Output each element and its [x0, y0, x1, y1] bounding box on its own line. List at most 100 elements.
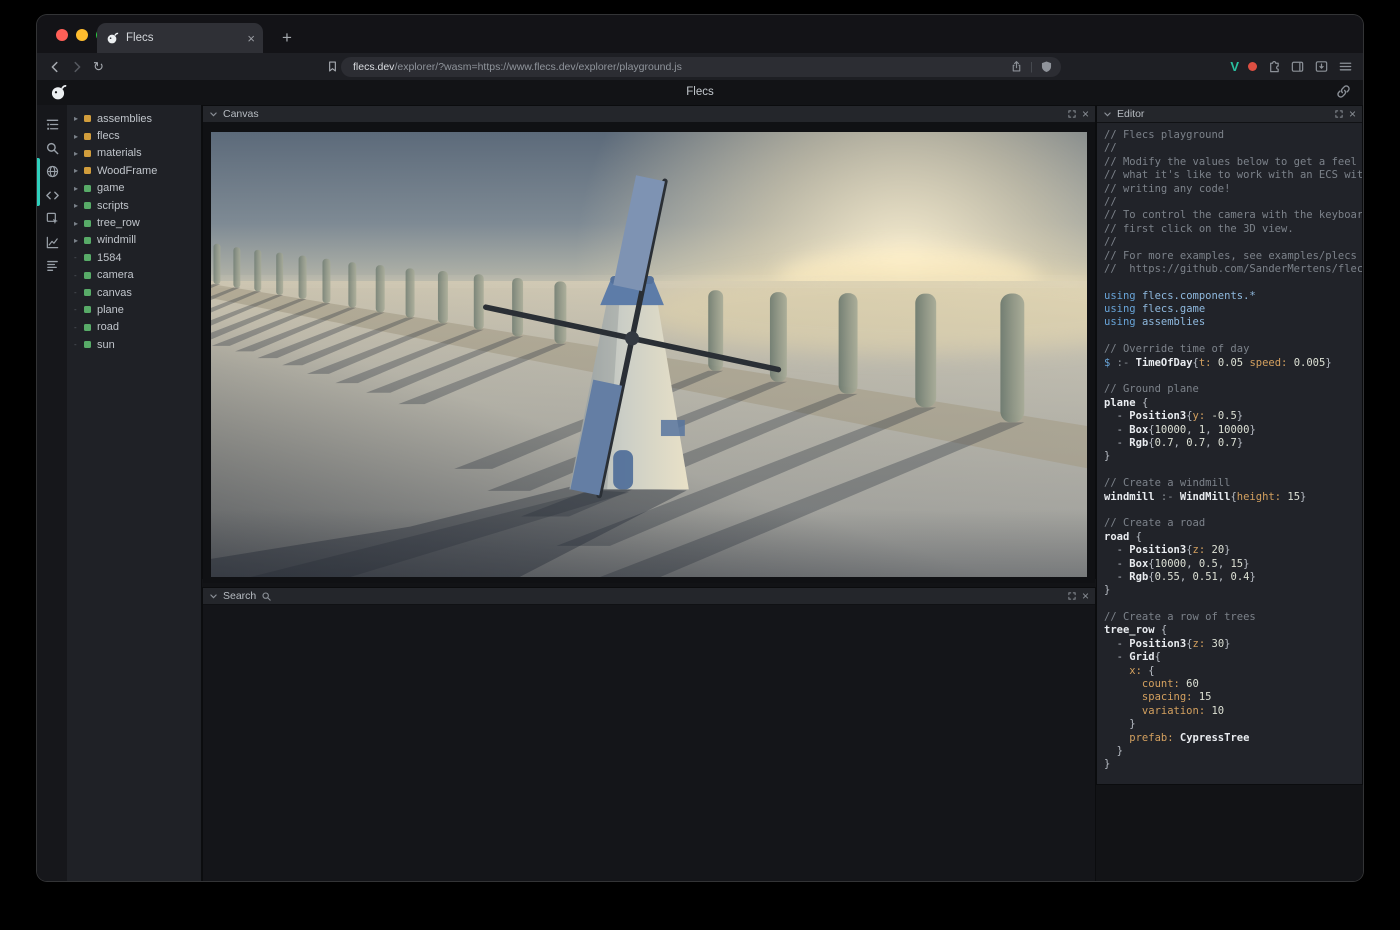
expand-arrow-icon[interactable]: ▸ [74, 184, 84, 193]
reload-button[interactable]: ↻ [89, 57, 108, 76]
tree-item-label: sun [97, 339, 115, 351]
search-icon[interactable] [37, 137, 67, 161]
editor-code[interactable]: // Flecs playground//// Modify the value… [1097, 123, 1362, 784]
expand-arrow-icon[interactable]: ▸ [74, 201, 84, 210]
leaf-dash-icon: - [74, 340, 84, 349]
share-icon[interactable] [1010, 60, 1023, 73]
entity-kind-icon [84, 341, 91, 348]
forward-button[interactable] [67, 57, 86, 76]
v-extension-icon[interactable]: V [1230, 59, 1239, 74]
tree-item-label: assemblies [97, 113, 152, 125]
tree-item-camera[interactable]: -camera [74, 267, 201, 284]
desktop: Flecs × + ↻ flecs.dev/explorer/?wasm=htt… [0, 0, 1400, 930]
new-tab-button[interactable]: + [275, 26, 299, 50]
close-icon[interactable]: × [1349, 108, 1356, 120]
bookmark-icon[interactable] [323, 57, 342, 76]
url-bar[interactable]: flecs.dev/explorer/?wasm=https://www.fle… [341, 57, 1061, 77]
entity-tree-icon[interactable] [37, 113, 67, 137]
browser-tab[interactable]: Flecs × [97, 23, 263, 53]
tree-item-assemblies[interactable]: ▸ assemblies [74, 110, 201, 127]
query-list-icon[interactable] [37, 254, 67, 278]
expand-arrow-icon[interactable]: ▸ [74, 236, 84, 245]
entity-kind-icon [84, 254, 91, 261]
tree-item-label: WoodFrame [97, 165, 157, 177]
search-panel-header[interactable]: Search × [203, 588, 1095, 605]
tree-item-flecs[interactable]: ▸flecs [74, 127, 201, 144]
editor-panel-header[interactable]: Editor × [1097, 106, 1362, 123]
leaf-dash-icon: - [74, 305, 84, 314]
browser-titlebar: Flecs × + [37, 15, 1363, 53]
chevron-down-icon[interactable] [1103, 110, 1112, 119]
entity-kind-icon [84, 289, 91, 296]
reload-icon: ↻ [93, 59, 104, 75]
expand-icon[interactable] [1067, 591, 1077, 601]
expand-arrow-icon[interactable]: ▸ [74, 166, 84, 175]
tree-item-label: camera [97, 269, 134, 281]
tree-item-plane[interactable]: - plane [74, 301, 201, 318]
tree-item-road[interactable]: - road [74, 319, 201, 336]
canvas-body [203, 123, 1095, 583]
minimize-window-button[interactable] [76, 29, 88, 41]
tree-item-label: plane [97, 304, 124, 316]
close-window-button[interactable] [56, 29, 68, 41]
entity-kind-icon [84, 133, 91, 140]
tree-item-scripts[interactable]: ▸scripts [74, 197, 201, 214]
search-panel: Search × [202, 587, 1096, 882]
entity-kind-icon [84, 324, 91, 331]
leaf-dash-icon: - [74, 253, 84, 262]
entity-kind-icon [84, 306, 91, 313]
close-icon[interactable]: × [1082, 108, 1089, 120]
downloads-panel-icon[interactable] [1314, 59, 1329, 74]
code-editor-icon[interactable] [37, 184, 67, 208]
chevron-down-icon[interactable] [209, 592, 218, 601]
divider: | [1030, 61, 1033, 73]
tree-item-game[interactable]: ▸game [74, 180, 201, 197]
shield-icon[interactable] [1040, 60, 1053, 73]
url-text: flecs.dev/explorer/?wasm=https://www.fle… [353, 61, 1010, 73]
tree-item-label: materials [97, 147, 142, 159]
tree-item-WoodFrame[interactable]: ▸ WoodFrame [74, 162, 201, 179]
leaf-dash-icon: - [74, 323, 84, 332]
tree-item-1584[interactable]: -1584 [74, 249, 201, 266]
flecs-favicon [105, 31, 119, 45]
tree-item-sun[interactable]: - sun [74, 336, 201, 353]
explorer-content: ▸assemblies▸flecs▸materials▸WoodFrame▸ga… [37, 105, 1363, 882]
toolbar-extensions: V [1230, 57, 1353, 76]
expand-icon[interactable] [1334, 109, 1344, 119]
chevron-down-icon[interactable] [209, 110, 218, 119]
record-indicator-icon[interactable] [1248, 62, 1257, 71]
entity-kind-icon [84, 115, 91, 122]
tree-item-canvas[interactable]: -canvas [74, 284, 201, 301]
expand-arrow-icon[interactable]: ▸ [74, 149, 84, 158]
expand-icon[interactable] [1067, 109, 1077, 119]
url-domain: flecs.dev [353, 61, 394, 73]
inspector-icon[interactable] [37, 207, 67, 231]
back-button[interactable] [45, 57, 64, 76]
close-icon[interactable]: × [1082, 590, 1089, 602]
expand-arrow-icon[interactable]: ▸ [74, 132, 84, 141]
search-panel-title: Search [223, 590, 256, 602]
expand-arrow-icon[interactable]: ▸ [74, 219, 84, 228]
entity-kind-icon [84, 185, 91, 192]
entity-kind-icon [84, 272, 91, 279]
sidebar-toggle-icon[interactable] [1290, 59, 1305, 74]
expand-arrow-icon[interactable]: ▸ [74, 114, 84, 123]
canvas-panel-header[interactable]: Canvas × [203, 106, 1095, 123]
stats-chart-icon[interactable] [37, 231, 67, 255]
search-body[interactable] [203, 605, 1095, 882]
entity-tree: ▸assemblies▸flecs▸materials▸WoodFrame▸ga… [67, 105, 202, 882]
menu-hamburger-icon[interactable] [1338, 59, 1353, 74]
magnifier-icon [261, 591, 272, 602]
canvas-3d-view[interactable] [211, 132, 1087, 577]
close-tab-icon[interactable]: × [247, 32, 255, 45]
tree-item-label: road [97, 321, 119, 333]
main-column: Canvas × [202, 105, 1096, 882]
puzzle-extensions-icon[interactable] [1266, 59, 1281, 74]
entity-kind-icon [84, 202, 91, 209]
tree-item-windmill[interactable]: ▸windmill [74, 232, 201, 249]
world-canvas-icon[interactable] [37, 160, 67, 184]
tree-item-materials[interactable]: ▸ materials [74, 145, 201, 162]
tree-item-label: canvas [97, 287, 132, 299]
share-link-icon[interactable] [1336, 84, 1351, 99]
tree-item-tree_row[interactable]: ▸tree_row [74, 214, 201, 231]
